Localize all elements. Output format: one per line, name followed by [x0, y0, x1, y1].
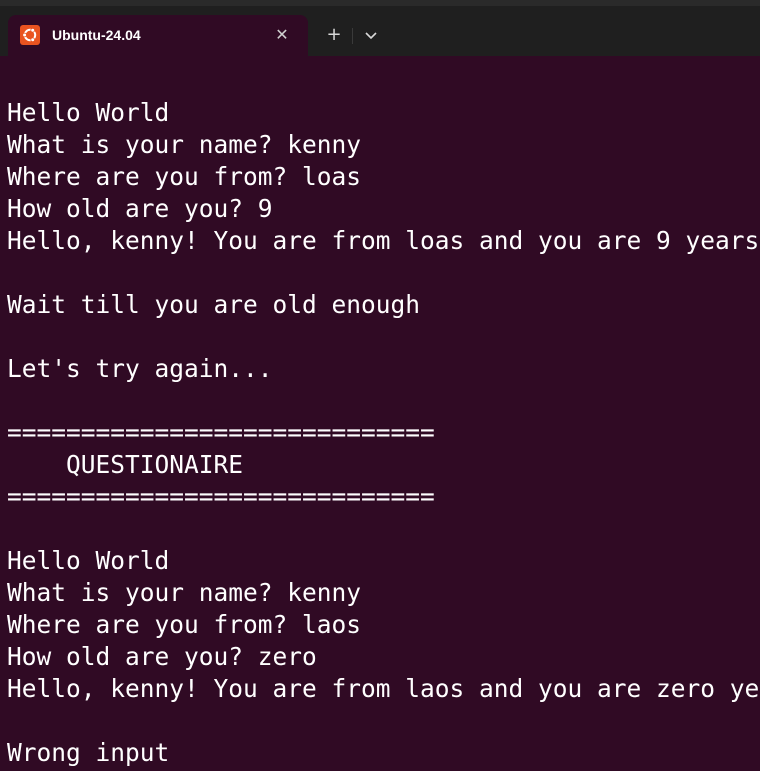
tab-ubuntu[interactable]: Ubuntu-24.04 ✕ [8, 15, 308, 56]
terminal-line: ============================= [7, 482, 435, 511]
terminal-line: ============================= [7, 418, 435, 447]
terminal-line: Hello World [7, 546, 170, 575]
close-icon[interactable]: ✕ [271, 24, 293, 46]
new-tab-button[interactable]: + [320, 22, 348, 48]
terminal-line: Hello World [7, 98, 170, 127]
window-top-edge [0, 0, 760, 6]
terminal-line: Where are you from? laos [7, 610, 362, 639]
tab-title: Ubuntu-24.04 [52, 27, 141, 43]
terminal-line: How old are you? zero [7, 642, 317, 671]
terminal-line: How old are you? 9 [7, 194, 273, 223]
chevron-down-icon[interactable] [357, 22, 385, 48]
title-bar: Ubuntu-24.04 ✕ + [0, 0, 760, 56]
terminal-line: Hello, kenny! You are from loas and you … [7, 226, 760, 255]
terminal-line: What is your name? kenny [7, 130, 362, 159]
terminal-line: Wait till you are old enough [7, 290, 421, 319]
terminal-line: Hello, kenny! You are from laos and you … [7, 674, 760, 703]
terminal-line: Let's try again... [7, 354, 273, 383]
terminal-line: Wrong input [7, 738, 170, 767]
terminal-line: QUESTIONAIRE [7, 450, 244, 479]
terminal-window: Ubuntu-24.04 ✕ + Hello World What is your… [0, 0, 760, 771]
terminal-line: Where are you from? loas [7, 162, 362, 191]
toolbar-divider [352, 28, 353, 44]
ubuntu-logo-icon [20, 25, 40, 45]
terminal-output[interactable]: Hello World What is your name? kenny Where… [7, 65, 760, 769]
terminal-line: What is your name? kenny [7, 578, 362, 607]
